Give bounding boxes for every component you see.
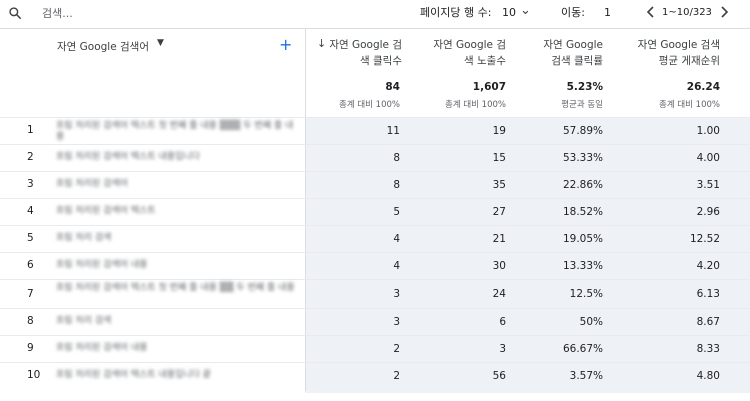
clicks-cell: 2 <box>393 370 400 382</box>
table-row[interactable]: 4 흐림 처리된 검색어 텍스트 5 27 18.52% 2.96 <box>0 198 750 226</box>
row-number: 4 <box>27 205 34 217</box>
total-clicks-sub: 총계 대비 100% <box>339 100 400 110</box>
clicks-cell: 4 <box>393 260 400 272</box>
ctr-cell: 3.57% <box>569 370 603 382</box>
clicks-cell: 3 <box>393 288 400 300</box>
search-input[interactable] <box>42 5 242 21</box>
total-ctr-sub: 평균과 동일 <box>561 100 603 110</box>
chevron-right-icon[interactable] <box>718 5 730 19</box>
impressions-cell: 21 <box>492 233 506 245</box>
query-cell: 흐림 처리된 검색어 내용 <box>56 343 148 353</box>
ctr-cell: 50% <box>579 316 603 328</box>
position-cell: 4.00 <box>696 152 720 164</box>
clicks-cell: 8 <box>393 179 400 191</box>
position-cell: 8.67 <box>696 316 720 328</box>
position-cell: 1.00 <box>696 125 720 137</box>
position-cell: 4.20 <box>696 260 720 272</box>
impressions-cell: 30 <box>492 260 506 272</box>
ctr-cell: 18.52% <box>562 206 603 218</box>
row-number: 1 <box>27 124 34 136</box>
position-cell: 2.96 <box>696 206 720 218</box>
rows-per-page-select[interactable]: 10 <box>502 6 516 20</box>
ctr-cell: 19.05% <box>562 233 603 245</box>
row-number: 9 <box>27 342 34 354</box>
position-cell: 3.51 <box>696 179 720 191</box>
table-row[interactable]: 6 흐림 처리된 검색어 내용 4 30 13.33% 4.20 <box>0 252 750 280</box>
impressions-cell: 3 <box>499 343 506 355</box>
impressions-column-header[interactable]: 자연 Google 검 색 노출수 <box>414 37 506 69</box>
total-impressions-sub: 총계 대비 100% <box>445 100 506 110</box>
ctr-cell: 12.5% <box>569 288 603 300</box>
clicks-cell: 5 <box>393 206 400 218</box>
impressions-cell: 27 <box>492 206 506 218</box>
table-row[interactable]: 2 흐림 처리된 검색어 텍스트 내용입니다 8 15 53.33% 4.00 <box>0 144 750 172</box>
query-cell: 흐림 처리된 검색어 텍스트 첫 번째 줄 내용 ▒▒▒ 두 번째 줄 내용 <box>56 121 294 142</box>
total-position-sub: 총계 대비 100% <box>659 100 720 110</box>
impressions-cell: 24 <box>492 288 506 300</box>
table-row[interactable]: 7 흐림 처리된 검색어 텍스트 첫 번째 줄 내용 ▒▒ 두 번째 줄 내용 … <box>0 279 750 309</box>
ctr-cell: 57.89% <box>562 125 603 137</box>
rows-per-page-label: 페이지당 행 수: <box>420 6 492 19</box>
ctr-cell: 53.33% <box>562 152 603 164</box>
total-clicks: 84 <box>385 81 400 93</box>
row-number: 8 <box>27 315 34 327</box>
goto-page-label: 이동: <box>561 6 585 19</box>
impressions-cell: 35 <box>492 179 506 191</box>
position-cell: 12.52 <box>689 233 720 245</box>
query-cell: 흐림 처리 검색 <box>56 233 112 243</box>
row-number: 2 <box>27 151 34 163</box>
total-position: 26.24 <box>686 81 720 93</box>
clicks-cell: 2 <box>393 343 400 355</box>
chevron-left-icon[interactable] <box>645 5 657 19</box>
row-number: 10 <box>27 369 41 381</box>
impressions-cell: 15 <box>492 152 506 164</box>
table-toolbar: 페이지당 행 수: 10 ⌄ 이동: 1 1~10/323 <box>0 0 750 28</box>
row-number: 6 <box>27 259 34 271</box>
table-row[interactable]: 5 흐림 처리 검색 4 21 19.05% 12.52 <box>0 225 750 253</box>
impressions-cell: 56 <box>492 370 506 382</box>
query-column-header[interactable]: 자연 Google 검색어 <box>57 39 149 54</box>
search-icon[interactable] <box>8 6 22 20</box>
total-impressions: 1,607 <box>472 81 506 93</box>
table-row[interactable]: 9 흐림 처리된 검색어 내용 2 3 66.67% 8.33 <box>0 335 750 363</box>
pagination-range: 1~10/323 <box>662 7 712 18</box>
position-cell: 6.13 <box>696 288 720 300</box>
impressions-cell: 19 <box>492 125 506 137</box>
clicks-cell: 8 <box>393 152 400 164</box>
table-row[interactable]: 1 흐림 처리된 검색어 텍스트 첫 번째 줄 내용 ▒▒▒ 두 번째 줄 내용… <box>0 117 750 145</box>
position-column-header[interactable]: 자연 Google 검색 평균 게재순위 <box>610 37 720 69</box>
row-number: 7 <box>27 288 34 300</box>
query-cell: 흐림 처리된 검색어 텍스트 <box>56 206 156 216</box>
goto-page-input[interactable]: 1 <box>604 6 611 20</box>
ctr-column-header[interactable]: 자연 Google 검색 클릭률 <box>512 37 603 69</box>
ctr-cell: 13.33% <box>562 260 603 272</box>
row-number: 3 <box>27 178 34 190</box>
clicks-column-header[interactable]: 자연 Google 검 색 클릭수 <box>320 37 402 69</box>
row-number: 5 <box>27 232 34 244</box>
query-cell: 흐림 처리된 검색어 텍스트 내용입니다 끝 <box>56 370 212 380</box>
ctr-cell: 66.67% <box>562 343 603 355</box>
table-row[interactable]: 10 흐림 처리된 검색어 텍스트 내용입니다 끝 2 56 3.57% 4.8… <box>0 362 750 390</box>
query-cell: 흐림 처리된 검색어 내용 <box>56 260 148 270</box>
table-row[interactable]: 8 흐림 처리 검색 3 6 50% 8.67 <box>0 308 750 336</box>
sort-dropdown-icon[interactable]: ▼ <box>157 38 164 48</box>
total-ctr: 5.23% <box>566 81 603 93</box>
clicks-cell: 3 <box>393 316 400 328</box>
clicks-cell: 11 <box>386 125 400 137</box>
query-cell: 흐림 처리 검색 <box>56 316 112 326</box>
table-header: 자연 Google 검색어 ▼ + ↓ 자연 Google 검 색 클릭수 자연… <box>0 29 750 117</box>
position-cell: 4.80 <box>696 370 720 382</box>
query-cell: 흐림 처리된 검색어 텍스트 첫 번째 줄 내용 ▒▒ 두 번째 줄 내용 <box>56 283 295 293</box>
query-cell: 흐림 처리된 검색어 텍스트 내용입니다 <box>56 152 200 162</box>
table-row[interactable]: 3 흐림 처리된 검색어 8 35 22.86% 3.51 <box>0 171 750 199</box>
ctr-cell: 22.86% <box>562 179 603 191</box>
add-dimension-icon[interactable]: + <box>279 35 292 54</box>
position-cell: 8.33 <box>696 343 720 355</box>
clicks-cell: 4 <box>393 233 400 245</box>
impressions-cell: 6 <box>499 316 506 328</box>
chevron-down-icon[interactable]: ⌄ <box>520 3 531 18</box>
query-cell: 흐림 처리된 검색어 <box>56 179 128 189</box>
